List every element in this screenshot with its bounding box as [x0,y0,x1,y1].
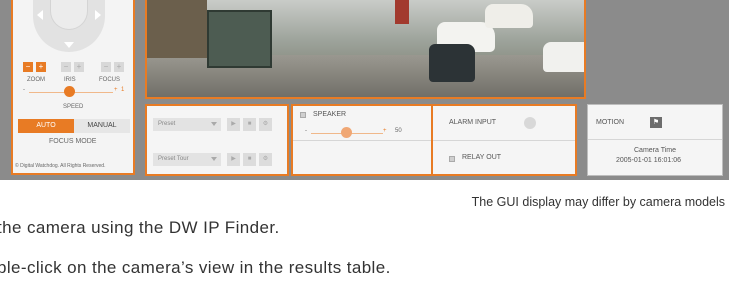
pan-right-icon[interactable] [95,10,101,20]
preset-play-icon[interactable]: ▶ [227,118,240,131]
relay-out-checkbox[interactable] [449,156,455,162]
tour-settings-icon[interactable]: ⚙ [259,153,272,166]
iris-close-button[interactable]: − [61,62,71,72]
speaker-checkbox[interactable] [300,112,306,118]
ptz-adjust-buttons: − + − + − + [21,62,129,74]
preset-tour-select-value: Preset Tour [158,156,189,162]
alarm-status-indicator-icon [524,117,536,129]
speed-value: 1 [121,87,125,93]
gui-disclaimer-caption: The GUI display may differ by camera mod… [471,195,725,209]
focus-label: FOCUS [99,77,120,83]
speaker-min-label: - [305,128,307,134]
chevron-down-icon [211,122,217,126]
focus-far-button[interactable]: + [114,62,124,72]
focus-mode-toggle: AUTO MANUAL [18,119,130,133]
iris-open-button[interactable]: + [74,62,84,72]
speaker-volume-value: 50 [395,128,402,134]
camera-time-value: 2005-01-01 16:01:06 [616,157,681,164]
speaker-label: SPEAKER [313,111,347,118]
alarm-input-label: ALARM INPUT [449,119,497,126]
motion-label: MOTION [596,119,624,126]
tour-stop-icon[interactable]: ■ [243,153,256,166]
building-left [147,0,207,58]
preset-stop-icon[interactable]: ■ [243,118,256,131]
auto-focus-button[interactable]: AUTO [18,119,74,133]
speed-label: SPEED [63,104,84,110]
alarm-panel: ALARM INPUT RELAY OUT [431,104,577,176]
relay-out-label: RELAY OUT [462,154,502,161]
speed-min-label: - [23,87,25,93]
speed-slider-handle[interactable] [64,86,75,97]
alarm-divider [433,140,575,141]
dark-car [429,44,475,82]
focus-mode-label: FOCUS MODE [49,138,97,145]
ptz-control-panel: − + − + − + ZOOM IRIS FOCUS - + 1 SPEED … [11,0,135,175]
live-video-frame [145,0,586,99]
speed-max-label: + [114,87,118,93]
zoom-in-button[interactable]: + [36,62,46,72]
ptz-home-button[interactable] [50,0,88,30]
zoom-label: ZOOM [27,77,45,83]
manual-focus-button[interactable]: MANUAL [74,119,130,133]
tilt-down-icon[interactable] [64,42,74,48]
motion-walker-icon: ⚑ [650,117,662,128]
camera-web-gui: − + − + − + ZOOM IRIS FOCUS - + 1 SPEED … [0,0,729,180]
white-car-2 [485,4,533,28]
bottom-control-panels: Preset ▶ ■ ⚙ Preset Tour ▶ ■ ⚙ SPEAKER -… [145,104,729,176]
iris-label: IRIS [64,77,76,83]
preset-select-value: Preset [158,121,176,127]
white-car-3 [543,42,584,72]
zoom-out-button[interactable]: − [23,62,33,72]
camera-time-label: Camera Time [634,147,677,154]
motion-divider [588,139,722,140]
red-post-box [395,0,409,24]
tour-play-icon[interactable]: ▶ [227,153,240,166]
bus-stop-shelter [207,10,272,68]
copyright-text: © Digital Watchdog. All Rights Reserved. [15,163,106,169]
pan-left-icon[interactable] [37,10,43,20]
chevron-down-icon [211,157,217,161]
ptz-directional-pad[interactable] [33,0,105,52]
preset-panel: Preset ▶ ■ ⚙ Preset Tour ▶ ■ ⚙ [145,104,289,176]
speaker-panel: SPEAKER - + 50 [291,104,436,176]
motion-time-panel: MOTION ⚑ Camera Time 2005-01-01 16:01:06 [587,104,723,176]
live-video-view[interactable] [145,0,729,99]
instruction-line-1: the camera using the DW IP Finder. [0,218,280,237]
focus-near-button[interactable]: − [101,62,111,72]
speaker-max-label: + [383,128,387,134]
preset-tour-select[interactable]: Preset Tour [153,153,221,166]
preset-settings-icon[interactable]: ⚙ [259,118,272,131]
speaker-volume-handle[interactable] [341,127,352,138]
preset-select[interactable]: Preset [153,118,221,131]
instruction-line-2: ble-click on the camera’s view in the re… [0,258,391,277]
speaker-divider [293,140,434,141]
